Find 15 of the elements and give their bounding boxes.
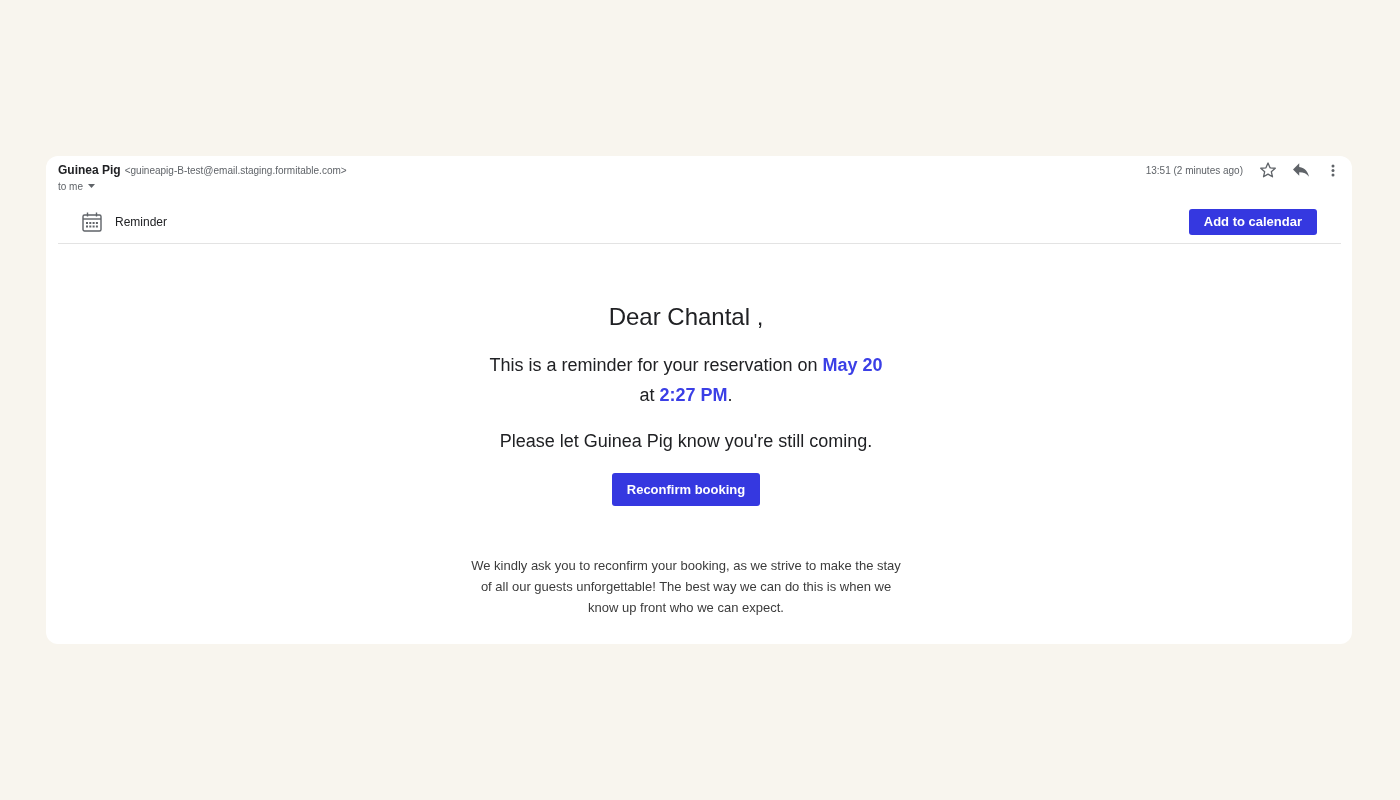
calendar-icon <box>82 211 102 232</box>
timestamp: 13:51 (2 minutes ago) <box>1145 163 1243 178</box>
sender-email: <guineapig-B-test@email.staging.formitable.com> <box>124 164 347 178</box>
reminder-text: This is a reminder for your reservation on May 20 at 2:27 PM. <box>488 354 884 407</box>
add-to-calendar-button[interactable]: Add to calendar <box>1188 208 1317 235</box>
more-icon <box>1331 163 1335 177</box>
reply-icon <box>1293 163 1309 177</box>
event-label: Reminder <box>115 213 168 231</box>
recipients-dropdown[interactable]: to me <box>58 179 95 193</box>
reconfirm-button[interactable]: Reconfirm booking <box>611 473 761 506</box>
caret-icon <box>88 184 95 188</box>
sender-name: Guinea Pig <box>58 162 121 178</box>
note-paragraph: We kindly ask you to reconfirm your booking, as we strive to make the stay of all our guests unforgettable! The best way we can do this is when we know up front who we can expect. <box>470 557 902 617</box>
greeting: Dear Chantal , <box>608 302 764 332</box>
prompt-text: Please let Guinea Pig know you're still coming. <box>499 430 873 453</box>
